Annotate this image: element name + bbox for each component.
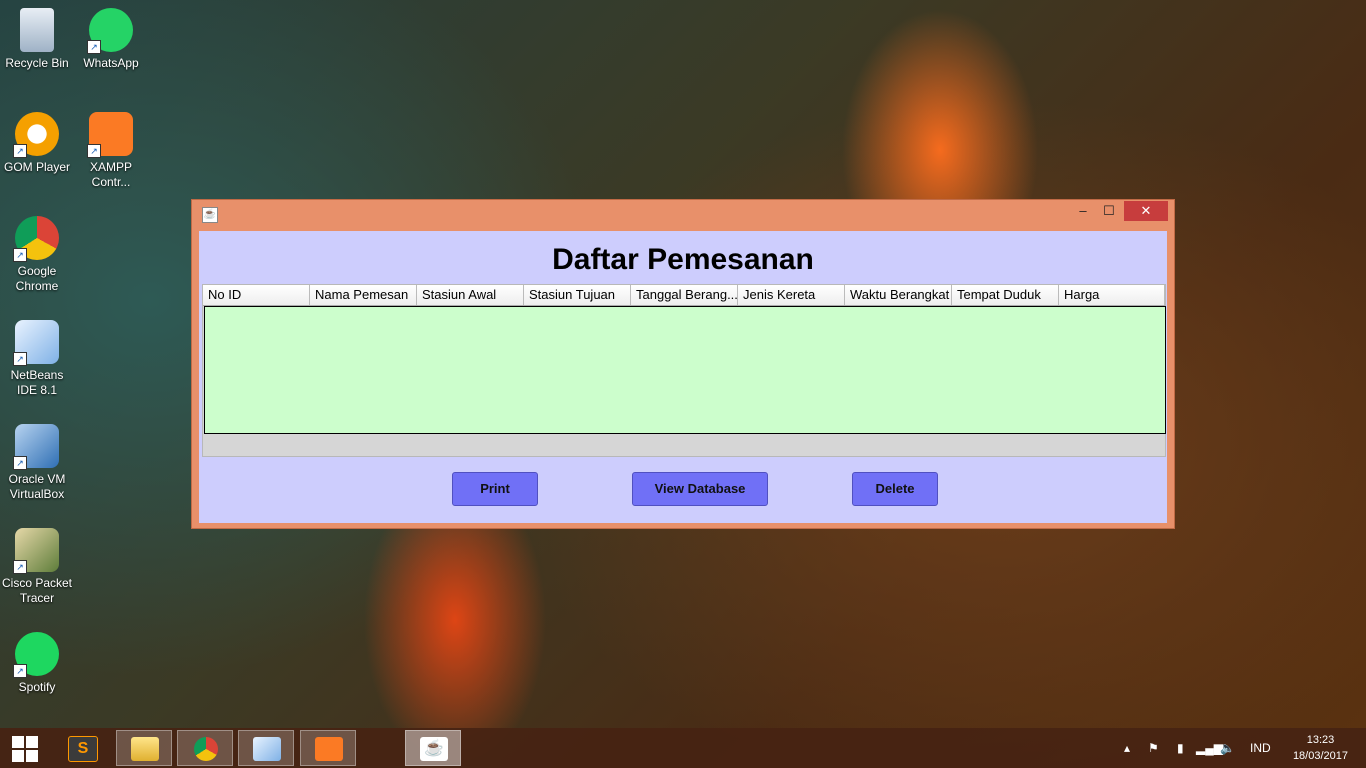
desktop-icon-gom-player[interactable]: ↗ GOM Player xyxy=(0,112,74,175)
taskbar-app-java[interactable]: ☕ xyxy=(405,730,461,766)
chrome-icon xyxy=(194,737,218,761)
desktop-icon-virtualbox[interactable]: ↗ Oracle VM VirtualBox xyxy=(0,424,74,502)
network-icon[interactable]: ▂▄▆ xyxy=(1196,728,1223,768)
desktop-icon-label: Recycle Bin xyxy=(5,56,69,70)
main-panel: Daftar Pemesanan No ID Nama Pemesan Stas… xyxy=(199,231,1167,523)
start-button[interactable] xyxy=(0,730,50,766)
minimize-button[interactable]: – xyxy=(1069,201,1097,221)
spotify-icon: ↗ xyxy=(13,632,59,678)
column-header-waktu-berangkat[interactable]: Waktu Berangkat xyxy=(845,285,952,305)
desktop-icon-label: Cisco Packet Tracer xyxy=(1,576,73,605)
desktop-icon-netbeans[interactable]: ↗ NetBeans IDE 8.1 xyxy=(0,320,74,398)
close-button[interactable]: ✕ xyxy=(1124,201,1168,221)
flag-icon[interactable]: ⚑ xyxy=(1148,728,1159,768)
xampp-icon: ↗ xyxy=(87,112,133,158)
action-buttons: Print View Database Delete xyxy=(199,472,1167,508)
taskbar-app-xampp[interactable] xyxy=(300,730,356,766)
column-header-jenis-kereta[interactable]: Jenis Kereta xyxy=(738,285,845,305)
file-explorer-icon xyxy=(131,737,159,761)
desktop-icon-packet-tracer[interactable]: ↗ Cisco Packet Tracer xyxy=(0,528,74,606)
desktop-icon-label: GOM Player xyxy=(3,160,70,174)
recycle-bin-icon xyxy=(20,8,54,52)
desktop-icon-google-chrome[interactable]: ↗ Google Chrome xyxy=(0,216,74,294)
virtualbox-icon: ↗ xyxy=(13,424,59,470)
desktop-icon-label: Google Chrome xyxy=(15,264,59,293)
column-header-nama-pemesan[interactable]: Nama Pemesan xyxy=(310,285,417,305)
volume-icon[interactable]: 🔈 xyxy=(1220,728,1235,768)
java-icon: ☕ xyxy=(202,207,218,223)
taskbar-app-sublime[interactable]: S xyxy=(54,730,110,766)
table-header: No ID Nama Pemesan Stasiun Awal Stasiun … xyxy=(203,285,1165,306)
gom-player-icon: ↗ xyxy=(13,112,59,158)
print-button[interactable]: Print xyxy=(452,472,538,506)
start-icon xyxy=(12,736,38,762)
clock-date: 18/03/2017 xyxy=(1292,750,1348,762)
desktop-icon-label: XAMPP Contr... xyxy=(89,160,132,189)
maximize-button[interactable]: ☐ xyxy=(1095,201,1123,221)
desktop-icon-label: NetBeans IDE 8.1 xyxy=(10,368,64,397)
app-window: ☕ – ☐ ✕ Daftar Pemesanan No ID Nama Peme… xyxy=(191,199,1175,529)
view-database-button[interactable]: View Database xyxy=(632,472,768,506)
column-header-stasiun-tujuan[interactable]: Stasiun Tujuan xyxy=(524,285,631,305)
column-header-stasiun-awal[interactable]: Stasiun Awal xyxy=(417,285,524,305)
desktop-icon-whatsapp[interactable]: ↗ WhatsApp xyxy=(74,8,148,71)
desktop-icon-label: Oracle VM VirtualBox xyxy=(8,472,66,501)
sublime-text-icon: S xyxy=(68,736,98,762)
column-header-tanggal-berangkat[interactable]: Tanggal Berang... xyxy=(631,285,738,305)
packet-tracer-icon: ↗ xyxy=(13,528,59,574)
java-icon: ☕ xyxy=(420,737,448,761)
table-body[interactable] xyxy=(204,306,1166,434)
taskbar-app-file-explorer[interactable] xyxy=(116,730,172,766)
taskbar: S ☕ ▴ ⚑ ▮ ▂▄▆ 🔈 IND 13:23 18/03/2017 xyxy=(0,728,1366,768)
clock[interactable]: 13:23 18/03/2017 xyxy=(1293,732,1348,764)
xampp-icon xyxy=(315,737,343,761)
whatsapp-icon: ↗ xyxy=(87,8,133,54)
delete-button[interactable]: Delete xyxy=(852,472,938,506)
column-header-no-id[interactable]: No ID xyxy=(203,285,310,305)
netbeans-icon xyxy=(253,737,281,761)
taskbar-app-netbeans[interactable] xyxy=(238,730,294,766)
taskbar-app-chrome[interactable] xyxy=(177,730,233,766)
language-indicator[interactable]: IND xyxy=(1250,728,1271,768)
desktop-icon-spotify[interactable]: ↗ Spotify xyxy=(0,632,74,695)
netbeans-icon: ↗ xyxy=(13,320,59,366)
battery-icon[interactable]: ▮ xyxy=(1177,728,1184,768)
desktop-icon-label: Spotify xyxy=(18,680,56,694)
column-header-tempat-duduk[interactable]: Tempat Duduk xyxy=(952,285,1059,305)
show-hidden-icons-button[interactable]: ▴ xyxy=(1124,728,1130,768)
page-title: Daftar Pemesanan xyxy=(552,243,814,276)
column-header-harga[interactable]: Harga xyxy=(1059,285,1165,305)
booking-table: No ID Nama Pemesan Stasiun Awal Stasiun … xyxy=(202,284,1166,457)
clock-time: 13:23 xyxy=(1306,734,1335,746)
chrome-icon: ↗ xyxy=(13,216,59,262)
desktop-icon-label: WhatsApp xyxy=(83,56,139,70)
window-titlebar[interactable]: ☕ – ☐ ✕ xyxy=(192,200,1174,230)
desktop-icon-xampp[interactable]: ↗ XAMPP Contr... xyxy=(74,112,148,190)
desktop-icon-recycle-bin[interactable]: Recycle Bin xyxy=(0,8,74,71)
